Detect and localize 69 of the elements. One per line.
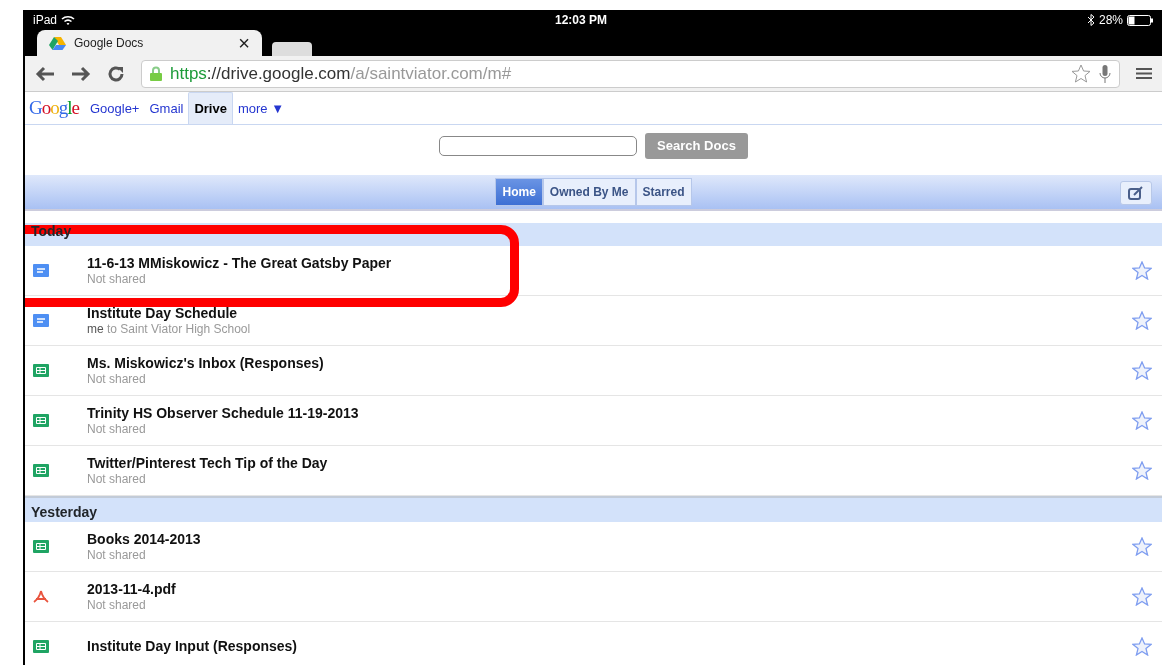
battery-icon [1127,14,1154,26]
spreadsheet-icon [33,639,49,653]
view-tab[interactable]: Starred [635,177,692,206]
file-name: Twitter/Pinterest Tech Tip of the Day [87,454,329,472]
file-name: Institute Day Input (Responses) [87,637,299,655]
star-icon[interactable] [1132,636,1152,656]
microphone-icon[interactable] [1099,64,1111,83]
sharing-status: me to Saint Viator High School [87,321,252,336]
google-bar-link[interactable]: Google+ [84,92,145,124]
section-header: Yesterday [31,503,98,520]
spreadsheet-icon [33,463,49,477]
file-name: Ms. Miskowicz's Inbox (Responses) [87,354,325,372]
sharing-status: Not shared [87,271,147,286]
star-icon[interactable] [1132,360,1152,380]
sharing-status: Not shared [87,371,147,386]
url-field[interactable]: https://drive.google.com/a/saintviator.com/m# [141,59,1120,88]
bluetooth-icon [1086,14,1095,26]
star-icon[interactable] [1132,460,1152,480]
wifi-icon [61,14,76,26]
sharing-status: Not shared [87,471,147,486]
star-icon[interactable] [1132,586,1152,606]
device-name: iPad [33,12,58,29]
clock-time: 12:03 PM [555,12,608,29]
star-icon[interactable] [1132,410,1152,430]
reload-icon[interactable] [107,64,125,83]
file-name: 11-6-13 MMiskowicz - The Great Gatsby Paper [87,254,393,272]
file-name: Trinity HS Observer Schedule 11-19-2013 [87,404,360,422]
star-icon[interactable] [1071,64,1091,83]
star-icon[interactable] [1132,310,1152,330]
spreadsheet-icon [33,413,49,427]
view-tab[interactable]: Owned By Me [542,177,636,206]
view-tab[interactable]: Home [495,177,543,206]
compose-icon [1128,185,1144,200]
tab-title: Google Docs [74,35,145,52]
file-row[interactable]: Twitter/Pinterest Tech Tip of the Day Not shared [25,445,1162,496]
forward-icon[interactable] [71,65,91,82]
file-row[interactable]: Ms. Miskowicz's Inbox (Responses) Not shared [25,345,1162,396]
lock-icon [150,66,162,81]
file-row[interactable]: Institute Day Schedule me to Saint Viator High School [25,295,1162,346]
spreadsheet-icon [33,363,49,377]
file-name: Institute Day Schedule [87,304,239,322]
sharing-status: Not shared [87,547,147,562]
document-icon [33,313,49,327]
file-row[interactable]: Books 2014-2013 Not shared [25,521,1162,572]
pdf-icon [33,589,49,603]
battery-percent: 28% [1098,12,1123,29]
document-icon [33,263,49,277]
google-logo[interactable]: Google [29,93,79,123]
file-row[interactable]: 2013-11-4.pdf Not shared [25,571,1162,622]
back-icon[interactable] [35,65,55,82]
star-icon[interactable] [1132,260,1152,280]
google-bar-link[interactable]: Drive [188,91,233,124]
edit-button[interactable] [1120,180,1152,205]
browser-tab[interactable]: Google Docs × [37,30,262,56]
google-bar-link[interactable]: more ▼ [232,92,290,124]
file-row[interactable]: 11-6-13 MMiskowicz - The Great Gatsby Paper Not shared [25,245,1162,296]
sharing-status: Not shared [87,597,147,612]
sharing-status: Not shared [87,421,147,436]
search-field[interactable] [439,135,638,156]
file-row[interactable]: Trinity HS Observer Schedule 11-19-2013 Not shared [25,395,1162,446]
file-name: 2013-11-4.pdf [87,580,177,598]
close-button[interactable]: × [238,28,250,58]
file-name: Books 2014-2013 [87,530,202,548]
drive-icon [49,36,66,50]
star-icon[interactable] [1132,536,1152,556]
file-row[interactable]: Institute Day Input (Responses) [25,621,1162,665]
google-bar-link[interactable]: Gmail [144,92,189,124]
spreadsheet-icon [33,539,49,553]
menu-icon[interactable] [1136,67,1152,80]
